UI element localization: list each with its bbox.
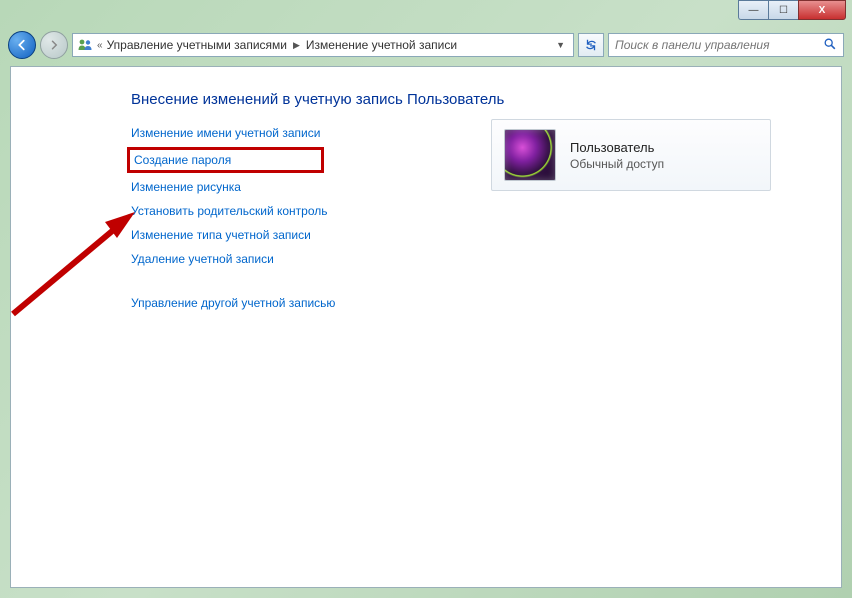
titlebar: — ☐ X (0, 0, 852, 28)
search-input[interactable] (615, 38, 823, 52)
page-title: Внесение изменений в учетную запись Поль… (131, 91, 811, 108)
back-button[interactable] (8, 31, 36, 59)
link-change-picture[interactable]: Изменение рисунка (131, 180, 241, 194)
breadcrumb-seg-1[interactable]: Управление учетными записями (107, 38, 287, 52)
chevron-left-icon: « (97, 40, 103, 51)
link-change-name[interactable]: Изменение имени учетной записи (131, 126, 320, 140)
breadcrumb-seg-2[interactable]: Изменение учетной записи (306, 38, 457, 52)
user-role: Обычный доступ (570, 157, 664, 171)
content-panel: Внесение изменений в учетную запись Поль… (10, 66, 842, 588)
user-name: Пользователь (570, 140, 664, 155)
address-dropdown-icon[interactable]: ▼ (552, 40, 569, 50)
navbar: « Управление учетными записями ▶ Изменен… (0, 28, 852, 62)
forward-button[interactable] (40, 31, 68, 59)
chevron-right-icon: ▶ (291, 40, 302, 51)
link-parental-controls[interactable]: Установить родительский контроль (131, 204, 328, 218)
link-delete-account[interactable]: Удаление учетной записи (131, 252, 274, 266)
addressbar[interactable]: « Управление учетными записями ▶ Изменен… (72, 33, 574, 57)
close-button[interactable]: X (798, 0, 846, 20)
searchbar[interactable] (608, 33, 844, 57)
link-manage-other[interactable]: Управление другой учетной записью (131, 296, 335, 310)
minimize-button[interactable]: — (738, 0, 768, 20)
user-card: Пользователь Обычный доступ (491, 119, 771, 191)
refresh-button[interactable] (578, 33, 604, 57)
avatar (504, 129, 556, 181)
user-info: Пользователь Обычный доступ (570, 140, 664, 171)
window-controls: — ☐ X (738, 0, 846, 20)
search-icon[interactable] (823, 37, 837, 54)
maximize-button[interactable]: ☐ (768, 0, 798, 20)
link-create-password[interactable]: Создание пароля (127, 147, 324, 173)
link-change-type[interactable]: Изменение типа учетной записи (131, 228, 311, 242)
users-icon (77, 37, 93, 53)
